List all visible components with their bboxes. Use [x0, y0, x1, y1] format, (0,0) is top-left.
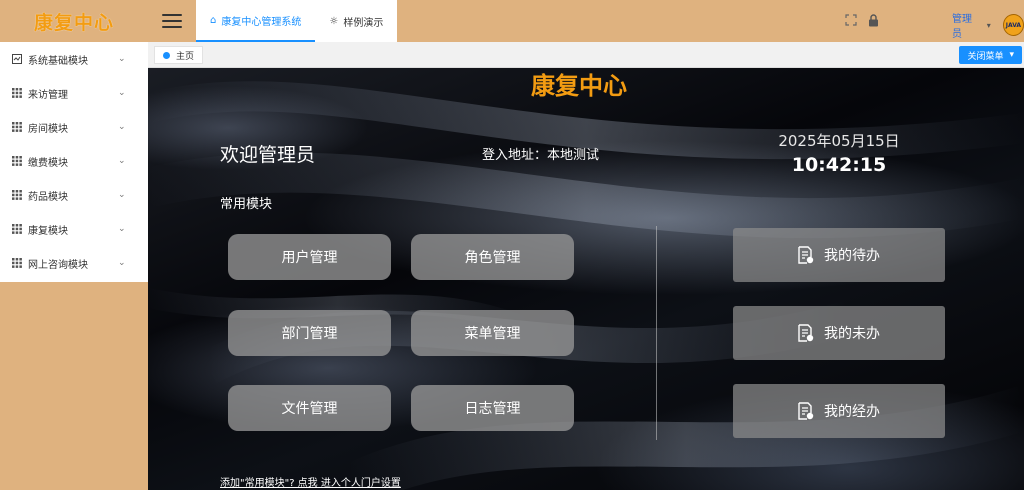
grid-icon [12, 156, 22, 166]
grid-icon [12, 224, 22, 234]
document-check-icon [798, 324, 814, 342]
document-check-icon [798, 246, 814, 264]
grid-icon [12, 122, 22, 132]
sidebar-item-label: 网上咨询模块 [28, 259, 88, 271]
chevron-down-icon: ⌄ [118, 122, 126, 132]
sidebar-item-room[interactable]: 房间模块 ⌄ [0, 110, 148, 144]
app-logo: 康复中心 [0, 0, 148, 42]
sidebar-item-label: 缴费模块 [28, 157, 68, 169]
document-check-icon [798, 402, 814, 420]
sidebar-item-consult[interactable]: 网上咨询模块 ⌄ [0, 246, 148, 280]
tab-rehab-system[interactable]: ⌂ 康复中心管理系统 [196, 0, 316, 42]
file-management-button[interactable]: 文件管理 [228, 385, 391, 431]
caret-down-icon: ▾ [1009, 50, 1014, 60]
top-tabs: ⌂ 康复中心管理系统 ☼ 样例演示 [196, 0, 398, 42]
hamburger-menu-icon[interactable] [162, 11, 182, 31]
my-todo-button[interactable]: 我的待办 [733, 228, 945, 282]
bulb-icon: ☼ [329, 15, 339, 27]
common-modules-title: 常用模块 [220, 197, 273, 212]
chevron-down-icon: ⌄ [118, 88, 126, 98]
sidebar-item-label: 来访管理 [28, 89, 68, 101]
task-label: 我的未办 [824, 326, 880, 342]
sidebar-item-medicine[interactable]: 药品模块 ⌄ [0, 178, 148, 212]
grid-icon [12, 258, 22, 268]
sidebar-item-payment[interactable]: 缴费模块 ⌄ [0, 144, 148, 178]
sidebar-item-system-base[interactable]: 系统基础模块 ⌄ [0, 42, 148, 76]
section-divider [656, 226, 657, 440]
grid-icon [12, 88, 22, 98]
sidebar: 系统基础模块 ⌄ 来访管理 ⌄ 房间模块 ⌄ 缴费模块 ⌄ 药品模块 ⌄ 康复模… [0, 42, 148, 282]
logo-text: 康复中心 [33, 11, 114, 34]
welcome-text: 欢迎管理员 [220, 144, 316, 166]
close-menu-label: 关闭菜单 [967, 51, 1004, 62]
current-date: 2025年05月15日 [778, 132, 900, 150]
topbar: ⌂ 康复中心管理系统 ☼ 样例演示 管理员 ▾ JAVA [148, 0, 1024, 42]
current-time: 10:42:15 [791, 154, 887, 176]
my-undone-button[interactable]: 我的未办 [733, 306, 945, 360]
user-name[interactable]: 管理员 [952, 10, 981, 40]
role-management-button[interactable]: 角色管理 [411, 234, 574, 280]
chevron-down-icon: ⌄ [118, 156, 126, 166]
active-dot-icon [163, 51, 170, 59]
caret-down-icon: ▾ [986, 20, 991, 30]
tab-demo[interactable]: ☼ 样例演示 [315, 0, 397, 42]
task-label: 我的经办 [824, 404, 880, 420]
chevron-down-icon: ⌄ [118, 54, 126, 64]
fullscreen-icon[interactable] [844, 12, 858, 28]
system-icon [12, 54, 22, 64]
chevron-down-icon: ⌄ [118, 224, 126, 234]
portal-settings-link[interactable]: 添加"常用模块"? 点我 进入个人门户设置 [220, 474, 401, 489]
user-management-button[interactable]: 用户管理 [228, 234, 391, 280]
sidebar-item-label: 康复模块 [28, 225, 68, 237]
avatar-text: JAVA [1005, 21, 1022, 29]
sidebar-item-label: 系统基础模块 [28, 55, 88, 67]
content-logo: 康复中心 [531, 71, 627, 100]
page-tab-home[interactable]: 主页 [154, 46, 204, 64]
chevron-down-icon: ⌄ [118, 258, 126, 268]
sidebar-item-label: 房间模块 [28, 123, 68, 135]
sidebar-item-label: 药品模块 [28, 191, 68, 203]
log-management-button[interactable]: 日志管理 [411, 385, 574, 431]
page-tab-strip: 主页 关闭菜单 ▾ [148, 42, 1024, 68]
close-menu-button[interactable]: 关闭菜单 ▾ [959, 46, 1022, 64]
sidebar-item-visit[interactable]: 来访管理 ⌄ [0, 76, 148, 110]
task-label: 我的待办 [824, 248, 880, 264]
tab-label: 康复中心管理系统 [221, 16, 302, 28]
tab-label: 样例演示 [343, 17, 384, 29]
department-management-button[interactable]: 部门管理 [228, 310, 391, 356]
page-tab-label: 主页 [176, 51, 195, 62]
main-dashboard: 康复中心 欢迎管理员 登入地址：本地测试 2025年05月15日 10:42:1… [148, 68, 1024, 490]
grid-icon [12, 190, 22, 200]
avatar[interactable]: JAVA [1002, 14, 1024, 36]
chevron-down-icon: ⌄ [118, 190, 126, 200]
sidebar-item-rehab[interactable]: 康复模块 ⌄ [0, 212, 148, 246]
my-handled-button[interactable]: 我的经办 [733, 384, 945, 438]
home-icon: ⌂ [210, 14, 217, 26]
login-address: 登入地址：本地测试 [482, 148, 600, 163]
menu-management-button[interactable]: 菜单管理 [411, 310, 574, 356]
lock-icon[interactable] [866, 12, 880, 28]
tool-icons [844, 12, 880, 28]
user-menu[interactable]: 管理员 ▾ JAVA [952, 10, 1024, 40]
